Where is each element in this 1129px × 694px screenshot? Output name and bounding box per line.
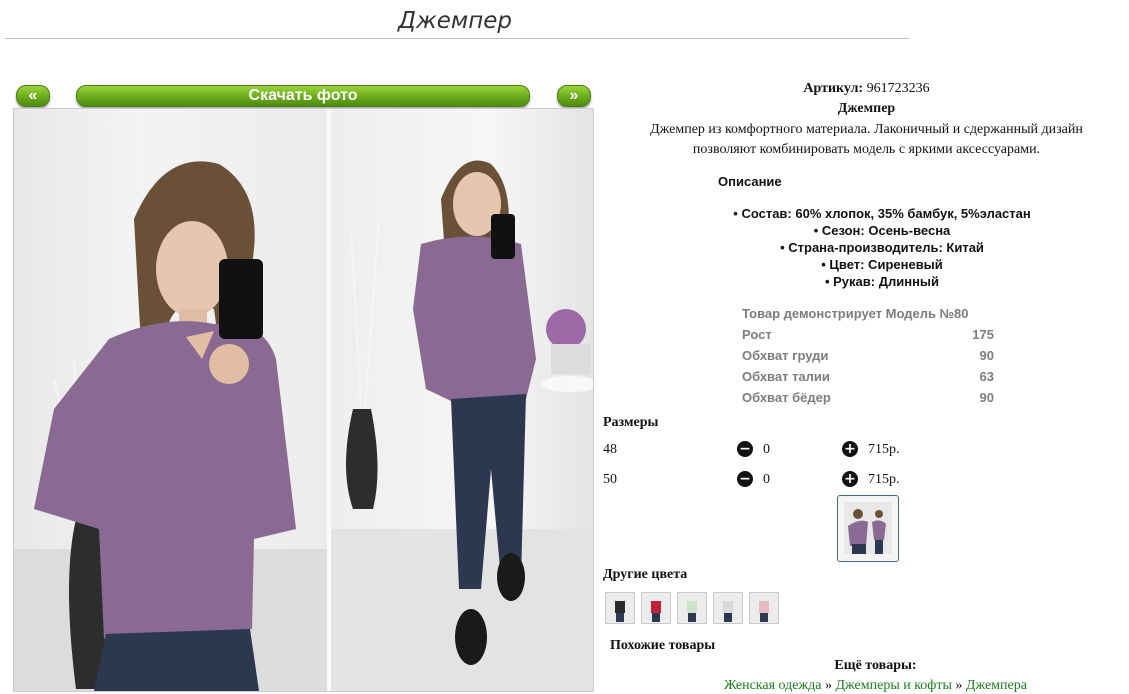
product-description-line1: Джемпер из комфортного материала. Лакони… bbox=[650, 122, 1083, 137]
spec-item: • Рукав: Длинный bbox=[824, 274, 940, 289]
minus-icon[interactable]: − bbox=[737, 471, 753, 487]
model-row: Рост 175 bbox=[742, 327, 994, 342]
more-products-label: Ещё товары: bbox=[834, 658, 917, 673]
spec-item: • Состав: 60% хлопок, 35% бамбук, 5%элас… bbox=[733, 206, 1031, 221]
breadcrumb: Женская одежда » Джемперы и кофты » Джем… bbox=[724, 678, 1027, 693]
product-photo[interactable] bbox=[13, 108, 594, 692]
description-heading: Описание bbox=[718, 174, 782, 189]
plus-icon[interactable]: + bbox=[842, 441, 858, 457]
spec-item: • Сезон: Осень-весна bbox=[813, 223, 951, 238]
plus-icon[interactable]: + bbox=[842, 471, 858, 487]
color-swatch-red[interactable] bbox=[641, 592, 671, 624]
breadcrumb-link-jumper[interactable]: Джемпера bbox=[966, 678, 1027, 693]
page-title: Джемпер bbox=[398, 8, 512, 34]
download-photo-button[interactable]: Скачать фото bbox=[76, 85, 530, 107]
size-label: 48 bbox=[603, 442, 617, 457]
model-row: Обхват груди 90 bbox=[742, 348, 994, 363]
model-heading: Товар демонстрирует Модель №80 bbox=[742, 306, 969, 321]
spec-item: • Цвет: Сиреневый bbox=[821, 257, 943, 272]
photo-panel-left bbox=[14, 109, 327, 691]
color-swatch-black[interactable] bbox=[605, 592, 635, 624]
spec-list: • Состав: 60% хлопок, 35% бамбук, 5%элас… bbox=[662, 205, 1102, 290]
article-line: Артикул: 961723236 bbox=[604, 81, 1129, 97]
similar-heading: Похожие товары bbox=[610, 638, 716, 653]
minus-icon[interactable]: − bbox=[737, 441, 753, 457]
product-name: Джемпер bbox=[837, 101, 896, 116]
spec-item: • Страна-производитель: Китай bbox=[780, 240, 984, 255]
size-price: 715р. bbox=[868, 442, 900, 457]
sizes-heading: Размеры bbox=[603, 415, 659, 430]
breadcrumb-link-women[interactable]: Женская одежда bbox=[724, 678, 821, 693]
color-swatch-grey[interactable] bbox=[713, 592, 743, 624]
size-label: 50 bbox=[603, 472, 617, 487]
prev-photo-button[interactable]: « bbox=[16, 85, 50, 107]
title-divider bbox=[5, 38, 909, 39]
quantity-value: 0 bbox=[763, 472, 770, 487]
next-photo-button[interactable]: » bbox=[557, 85, 591, 107]
model-photo-left bbox=[14, 161, 327, 691]
color-swatch-mint[interactable] bbox=[677, 592, 707, 624]
article-value: 961723236 bbox=[866, 81, 930, 96]
article-label: Артикул: bbox=[803, 81, 864, 96]
color-swatch-pink[interactable] bbox=[749, 592, 779, 624]
model-row: Обхват бёдер 90 bbox=[742, 390, 994, 405]
quantity-value: 0 bbox=[763, 442, 770, 457]
product-thumbnail[interactable] bbox=[837, 495, 899, 562]
size-price: 715р. bbox=[868, 472, 900, 487]
other-colors-heading: Другие цвета bbox=[603, 567, 688, 582]
photo-panel-right bbox=[331, 109, 593, 691]
product-description-line2: позволяют комбинировать модель с яркими … bbox=[692, 142, 1041, 157]
thumbnail-image bbox=[844, 502, 892, 554]
model-row: Обхват талии 63 bbox=[742, 369, 994, 384]
model-photo-right bbox=[331, 160, 593, 691]
breadcrumb-link-jumpers[interactable]: Джемперы и кофты bbox=[836, 678, 952, 693]
